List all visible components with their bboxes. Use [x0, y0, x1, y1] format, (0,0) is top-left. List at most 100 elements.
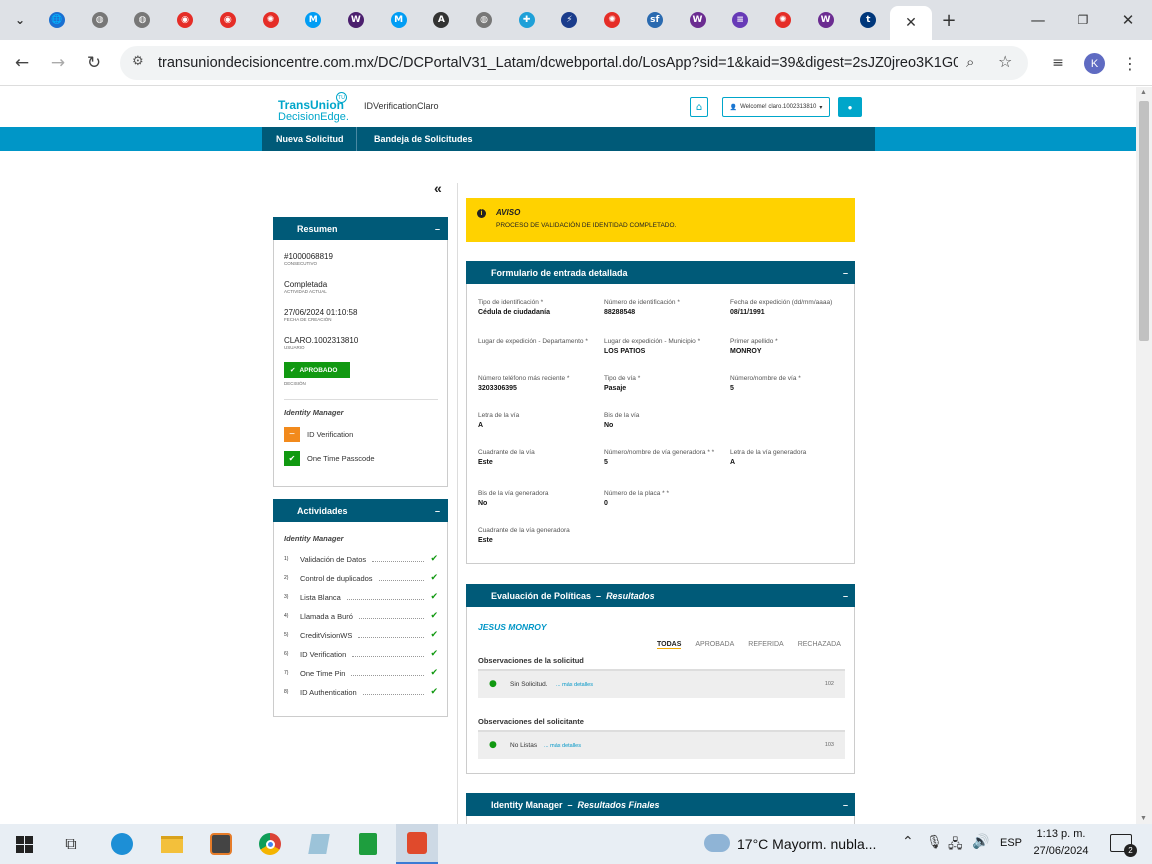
task-view-button[interactable]: ⧉ — [55, 828, 87, 860]
globe-icon: ◍ — [476, 12, 492, 28]
app-button[interactable] — [205, 828, 237, 860]
logo-transunion[interactable]: TransUnion — [278, 98, 344, 112]
app-button[interactable] — [352, 828, 384, 860]
browser-tab[interactable]: t — [847, 6, 889, 34]
browser-tab[interactable]: W — [335, 6, 377, 34]
formulario-header[interactable]: Formulario de entrada detallada – — [466, 261, 855, 284]
collapse-icon[interactable]: – — [435, 506, 440, 516]
form-field: Primer apellido * MONROY — [730, 338, 848, 355]
nav-nueva-solicitud[interactable]: Nueva Solicitud — [264, 127, 357, 151]
filter-rechazada[interactable]: RECHAZADA — [798, 641, 841, 649]
filter-tabs: TODAS APROBADA REFERIDA RECHAZADA — [657, 641, 841, 649]
obs-solicitante-title: Observaciones del solicitante — [478, 717, 584, 726]
claro-sun-icon: ✺ — [604, 12, 621, 28]
check-icon: ✔ — [430, 649, 438, 659]
browser-tab[interactable]: ◉ — [164, 6, 206, 34]
page-scrollbar[interactable]: ▲ ▼ — [1136, 87, 1152, 824]
address-bar[interactable]: ⚙ transuniondecisioncentre.com.mx/DC/DCP… — [120, 46, 1028, 80]
minimize-button[interactable]: — — [1018, 8, 1058, 32]
browser-tab[interactable]: ◍ — [79, 6, 121, 34]
actividades-header[interactable]: Actividades – — [273, 499, 448, 522]
notifications-icon[interactable]: 2 — [1110, 834, 1137, 857]
bookmark-star-icon[interactable]: ☆ — [998, 52, 1012, 71]
browser-tab[interactable]: ◍ — [463, 6, 505, 34]
collapse-icon[interactable]: – — [435, 224, 440, 234]
im-item-id-verification[interactable]: − ID Verification — [284, 427, 353, 442]
idm-header[interactable]: Identity Manager – Resultados Finales – — [466, 793, 855, 816]
edge-button[interactable] — [106, 828, 138, 860]
browser-tab[interactable]: ✺ — [250, 6, 292, 34]
collapse-sidebar-icon[interactable]: « — [434, 180, 442, 196]
browser-tab[interactable]: ⚡ — [548, 6, 590, 34]
site-settings-icon[interactable]: ⚙ — [132, 54, 144, 69]
field-value: No — [604, 422, 614, 429]
app-button[interactable] — [303, 828, 335, 860]
microphone-icon[interactable]: 🎙 — [926, 835, 943, 850]
tab-active[interactable]: ✕ — [890, 6, 932, 40]
new-tab-button[interactable]: + — [928, 6, 970, 34]
explorer-button[interactable] — [156, 828, 188, 860]
profile-avatar[interactable]: K — [1084, 53, 1105, 74]
clock-time[interactable]: 1:13 p. m. — [1030, 828, 1092, 840]
browser-tab[interactable]: ✺ — [762, 6, 804, 34]
form-field: Cuadrante de la vía generadora Este — [478, 527, 596, 544]
weather-text[interactable]: 17°C Mayorm. nubla... — [737, 836, 876, 852]
activity-label: Llamada a Buró — [300, 611, 353, 621]
language-indicator[interactable]: ESP — [1000, 837, 1022, 849]
field-label: Número teléfono más reciente * — [478, 375, 570, 382]
form-field: Fecha de expedición (dd/mm/aaaa) 08/11/19… — [730, 299, 848, 316]
collapse-icon[interactable]: – — [843, 268, 848, 278]
zoom-icon[interactable]: ⌕ — [966, 53, 974, 71]
tab-search-button[interactable]: ⌄ — [2, 6, 38, 34]
resumen-header[interactable]: Resumen – — [273, 217, 448, 240]
more-details-link[interactable]: ... más detalles — [556, 682, 593, 688]
restore-button[interactable]: ❐ — [1063, 8, 1103, 32]
browser-tab[interactable]: sf — [634, 6, 676, 34]
browser-tab[interactable]: M — [292, 6, 334, 34]
more-details-link[interactable]: ... más detalles — [544, 743, 581, 749]
scroll-down-icon[interactable]: ▼ — [1140, 815, 1147, 822]
chevron-up-icon[interactable]: ⌃ — [902, 834, 914, 850]
browser-tab[interactable]: M — [378, 6, 420, 34]
scrollbar-thumb[interactable] — [1139, 101, 1149, 341]
home-button[interactable]: ⌂ — [690, 97, 708, 117]
browser-tab[interactable]: 🌐 — [36, 6, 78, 34]
browser-tab[interactable]: ◍ — [121, 6, 163, 34]
browser-tab[interactable]: W — [805, 6, 847, 34]
evaluacion-header[interactable]: Evaluación de Políticas – Resultados – — [466, 584, 855, 607]
filter-referida[interactable]: REFERIDA — [748, 641, 783, 649]
scroll-up-icon[interactable]: ▲ — [1140, 89, 1147, 96]
chrome-button[interactable] — [254, 828, 286, 860]
forward-button[interactable]: → — [44, 49, 72, 77]
browser-tab[interactable]: ✚ — [506, 6, 548, 34]
browser-tab[interactable]: A — [420, 6, 462, 34]
browser-tab[interactable]: ◉ — [207, 6, 249, 34]
filter-aprobada[interactable]: APROBADA — [695, 641, 734, 649]
resumen-title: Resumen — [297, 223, 338, 234]
volume-icon[interactable]: 🔊 — [972, 834, 989, 850]
browser-menu-icon[interactable]: ⋮ — [1116, 49, 1144, 77]
formulario-body: Tipo de identificación * Cédula de ciudad… — [466, 284, 855, 564]
user-menu-button[interactable]: 👤 Welcome! claro.1002313810 ▾ — [722, 97, 830, 117]
filter-todas[interactable]: TODAS — [657, 641, 682, 649]
nav-bandeja-solicitudes[interactable]: Bandeja de Solicitudes — [362, 127, 485, 151]
back-button[interactable]: ← — [8, 49, 36, 77]
collapse-icon[interactable]: – — [843, 591, 848, 601]
browser-tab[interactable]: ✺ — [591, 6, 633, 34]
url-text[interactable]: transuniondecisioncentre.com.mx/DC/DCPor… — [158, 55, 958, 71]
collapse-icon[interactable]: – — [843, 800, 848, 810]
network-icon[interactable]: 🖧 — [948, 835, 963, 857]
info-button[interactable]: ● — [838, 97, 862, 117]
close-icon[interactable]: ✕ — [905, 15, 917, 31]
active-app-button[interactable] — [396, 824, 438, 864]
reload-button[interactable]: ↻ — [80, 49, 108, 77]
browser-tab[interactable]: ≡ — [719, 6, 761, 34]
obs-code: 102 — [824, 681, 834, 687]
browser-tab[interactable]: W — [677, 6, 719, 34]
start-button[interactable] — [8, 828, 40, 860]
reading-list-icon[interactable]: ≡ — [1044, 49, 1072, 77]
clock-date[interactable]: 27/06/2024 — [1030, 845, 1092, 857]
blue-globe-icon: 🌐 — [49, 12, 65, 28]
close-window-button[interactable]: ✕ — [1108, 8, 1148, 32]
im-item-otp[interactable]: ✔ One Time Passcode — [284, 451, 375, 466]
